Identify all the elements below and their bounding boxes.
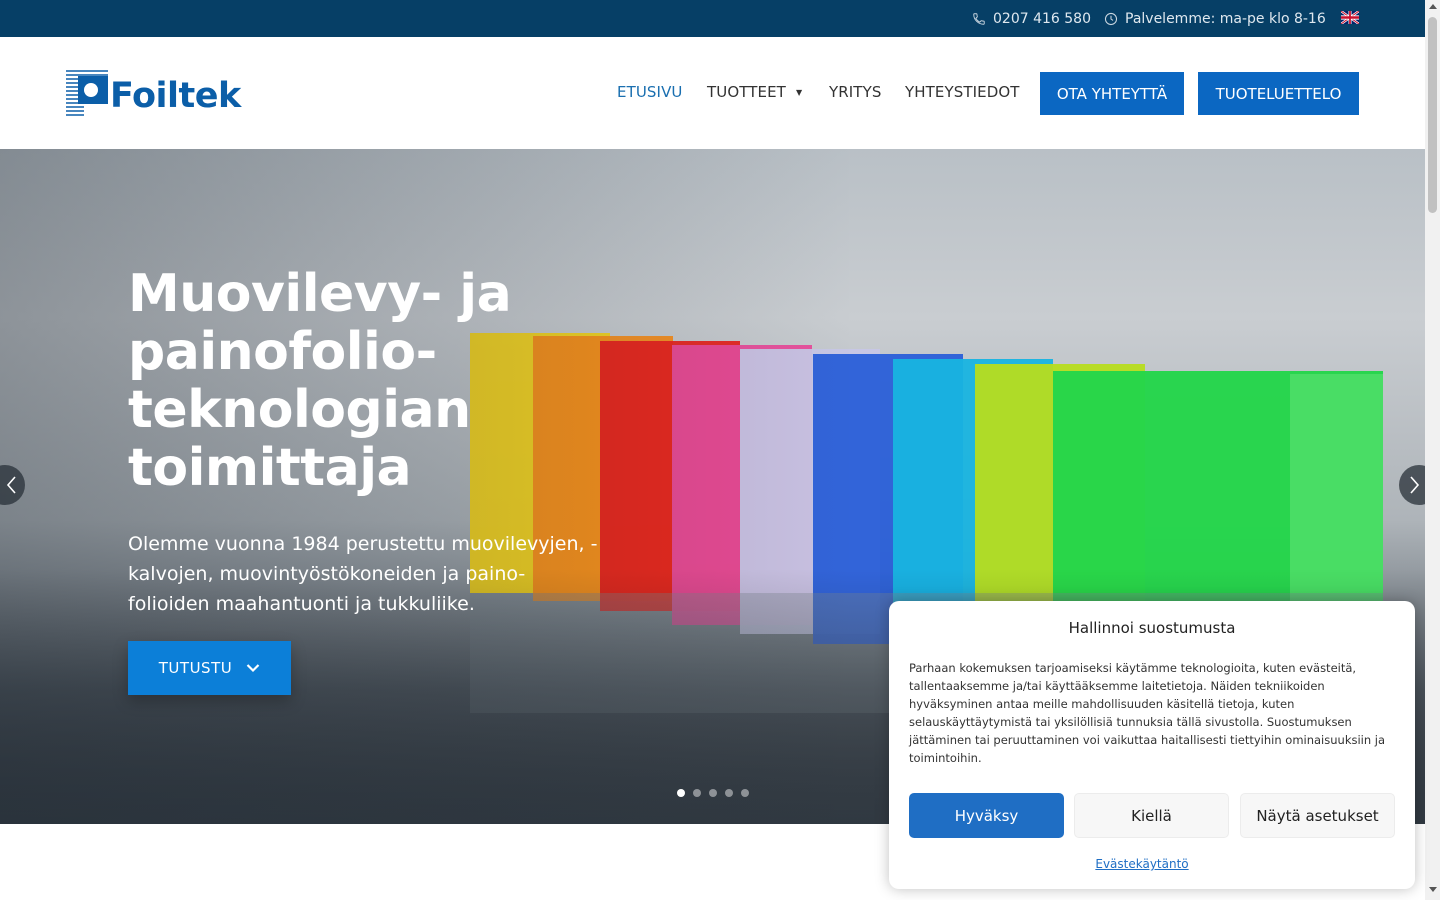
explore-button[interactable]: TUTUSTU: [128, 641, 291, 695]
foiltek-logo[interactable]: Foiltek: [65, 68, 277, 120]
slider-pagination: [677, 789, 749, 797]
opening-hours-text: Palvelemme: ma-pe klo 8-16: [1125, 10, 1326, 27]
deny-button[interactable]: Kiellä: [1074, 793, 1229, 838]
hero-subtitle-line: folioiden maahantuonti ja tukkuliike.: [128, 593, 475, 615]
slider-dot[interactable]: [709, 789, 717, 797]
explore-button-label[interactable]: TUTUSTU: [159, 659, 232, 677]
uk-flag-icon[interactable]: [1341, 11, 1359, 24]
hero-subtitle-line: kalvojen, muovintyöstökoneiden ja paino-: [128, 563, 526, 585]
nav-etusivu[interactable]: ETUSIVU: [617, 83, 683, 101]
scrollbar-thumb[interactable]: [1428, 17, 1437, 213]
logo-text: Foiltek: [110, 76, 241, 116]
clock-icon: [1104, 12, 1118, 25]
top-bar: 0207 416 580 Palvelemme: ma-pe klo 8-16: [0, 0, 1425, 37]
hero-title-line: teknologian: [128, 380, 471, 440]
hero-title-line: Muovilevy- ja: [128, 264, 512, 324]
phone-contact[interactable]: 0207 416 580: [972, 0, 1091, 37]
nav-tuotteet[interactable]: TUOTTEET ▼: [707, 83, 802, 101]
slider-dot-active[interactable]: [677, 789, 685, 797]
page-scrollbar[interactable]: [1425, 0, 1440, 900]
nav-tuotteet-label[interactable]: TUOTTEET: [707, 83, 786, 101]
chevron-down-icon[interactable]: [246, 663, 260, 673]
site-header: Foiltek ETUSIVU TUOTTEET ▼ YRITYS YHTEYST…: [0, 37, 1425, 149]
hero-title: Muovilevy- ja painofolio- teknologian to…: [128, 265, 628, 497]
hero-subtitle-line: Olemme vuonna 1984 perustettu muovilevyj…: [128, 533, 598, 555]
chevron-right-icon[interactable]: [1407, 475, 1421, 495]
opening-hours: Palvelemme: ma-pe klo 8-16: [1104, 0, 1326, 37]
slider-dot[interactable]: [693, 789, 701, 797]
hero-title-line: painofolio-: [128, 322, 437, 382]
cookie-consent-dialog: Hallinnoi suostumusta Parhaan kokemuksen…: [889, 601, 1415, 889]
slider-dot[interactable]: [725, 789, 733, 797]
scroll-up-arrow-icon[interactable]: [1429, 4, 1437, 9]
phone-number[interactable]: 0207 416 580: [993, 11, 1091, 27]
hero-title-line: toimittaja: [128, 438, 412, 498]
consent-text: Parhaan kokemuksen tarjoamiseksi käytämm…: [909, 661, 1386, 765]
hero-subtitle: Olemme vuonna 1984 perustettu muovilevyj…: [128, 529, 618, 619]
dropdown-caret-icon[interactable]: ▼: [796, 88, 802, 97]
cookie-policy-link[interactable]: Evästekäytäntö: [889, 857, 1395, 871]
scroll-down-arrow-icon[interactable]: [1429, 887, 1437, 892]
show-settings-button[interactable]: Näytä asetukset: [1240, 793, 1395, 838]
contact-us-button[interactable]: OTA YHTEYTTÄ: [1040, 72, 1184, 115]
consent-title: Hallinnoi suostumusta: [1068, 619, 1236, 637]
accept-button[interactable]: Hyväksy: [909, 793, 1064, 838]
phone-icon: [973, 12, 985, 25]
nav-yritys[interactable]: YRITYS: [829, 83, 881, 101]
nav-yhteystiedot[interactable]: YHTEYSTIEDOT: [905, 83, 1020, 101]
slider-dot[interactable]: [741, 789, 749, 797]
product-catalog-button[interactable]: TUOTELUETTELO: [1198, 72, 1359, 115]
chevron-left-icon[interactable]: [5, 475, 19, 495]
